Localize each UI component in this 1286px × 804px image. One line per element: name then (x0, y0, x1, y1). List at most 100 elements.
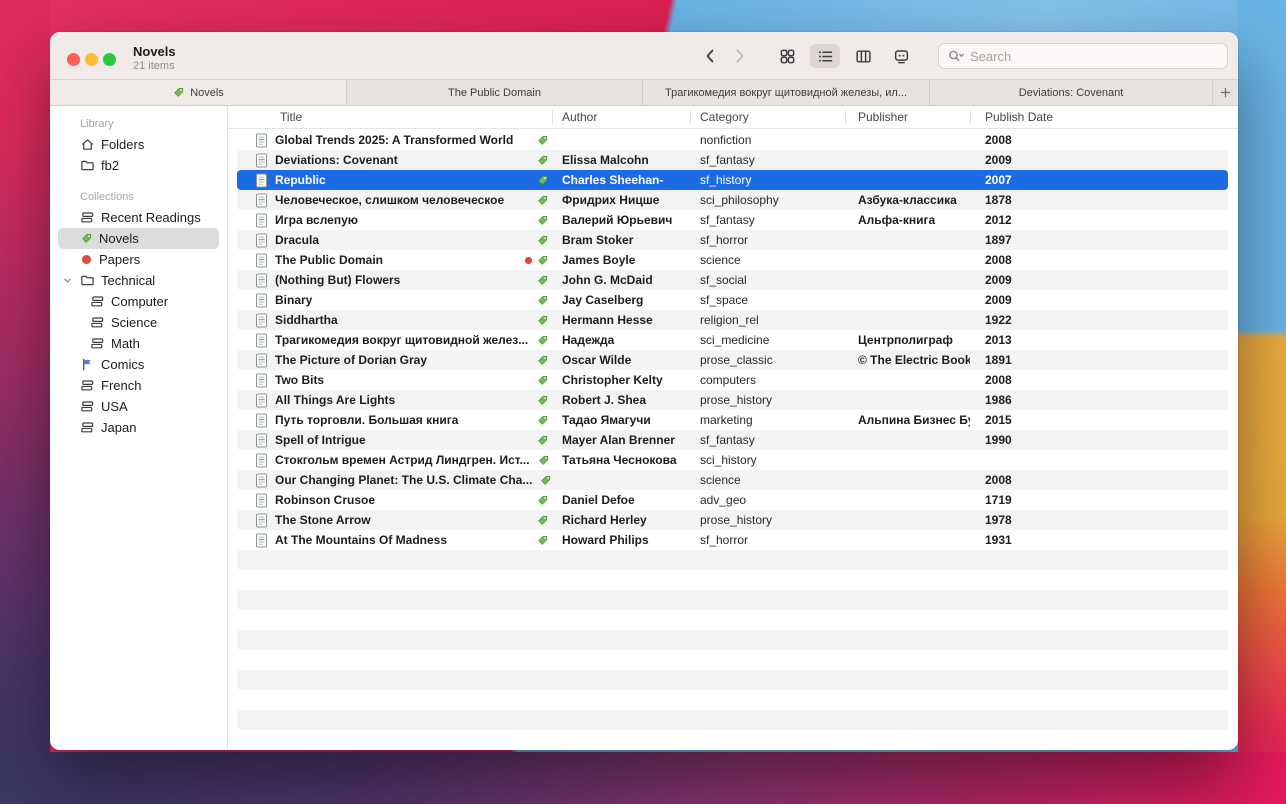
search-field[interactable] (938, 43, 1228, 69)
column-separator[interactable] (970, 110, 971, 124)
sidebar-item-science[interactable]: Science (58, 312, 219, 333)
minimize-button[interactable] (85, 53, 98, 66)
doc-icon (255, 533, 268, 548)
zoom-button[interactable] (103, 53, 116, 66)
empty-row[interactable] (237, 710, 1228, 730)
sidebar-item-recent-readings[interactable]: Recent Readings (58, 207, 219, 228)
book-title: The Public Domain (275, 253, 383, 267)
table-row[interactable]: RepublicCharles Sheehan-sf_history2007 (237, 170, 1228, 190)
book-publisher: Альпина Бизнес Бу... (845, 413, 970, 427)
table-row[interactable]: Трагикомедия вокруг щитовидной желез...Н… (237, 330, 1228, 350)
column-separator[interactable] (690, 110, 691, 124)
book-title: Siddhartha (275, 313, 338, 327)
empty-row[interactable] (237, 590, 1228, 610)
book-author: Надежда (552, 333, 690, 347)
forward-icon[interactable] (732, 47, 748, 65)
table-row[interactable]: The Picture of Dorian GrayOscar Wildepro… (237, 350, 1228, 370)
sidebar-item-label: Science (111, 315, 157, 330)
table-rows: Global Trends 2025: A Transformed Worldn… (228, 130, 1238, 749)
table-row[interactable]: The Stone ArrowRichard Herleyprose_histo… (237, 510, 1228, 530)
sidebar-item-fb2[interactable]: fb2 (58, 155, 219, 176)
doc-icon (255, 133, 268, 148)
close-button[interactable] (67, 53, 80, 66)
table-row[interactable]: BinaryJay Caselbergsf_space2009 (237, 290, 1228, 310)
book-author: Фридрих Ницше (552, 193, 690, 207)
sidebar-item-usa[interactable]: USA (58, 396, 219, 417)
empty-row[interactable] (237, 570, 1228, 590)
book-author: John G. McDaid (552, 273, 690, 287)
search-input[interactable] (970, 49, 1219, 64)
column-header-publish-date[interactable]: Publish Date (985, 110, 1053, 124)
book-publish-date: 2012 (970, 213, 1228, 227)
new-tab-button[interactable] (1213, 80, 1238, 105)
table-row[interactable]: Spell of IntrigueMayer Alan Brennersf_fa… (237, 430, 1228, 450)
sidebar-item-novels[interactable]: Novels (58, 228, 219, 249)
sidebar-item-papers[interactable]: Papers (58, 249, 219, 270)
table-row[interactable]: Deviations: CovenantElissa Malcohnsf_fan… (237, 150, 1228, 170)
books-icon (90, 315, 105, 330)
table-row[interactable]: Global Trends 2025: A Transformed Worldn… (237, 130, 1228, 150)
list-view-button[interactable] (810, 44, 840, 68)
table-row[interactable]: All Things Are LightsRobert J. Sheaprose… (237, 390, 1228, 410)
tab-1[interactable]: Novels (50, 80, 347, 105)
table-row[interactable]: Путь торговли. Большая книгаТадао Ямагуч… (237, 410, 1228, 430)
title-cell: Binary (237, 293, 552, 308)
sidebar-item-label: Math (111, 336, 140, 351)
gallery-view-button[interactable] (886, 44, 916, 68)
table-row[interactable]: Человеческое, слишком человеческоеФридри… (237, 190, 1228, 210)
book-author: Татьяна Чеснокова (552, 453, 690, 467)
book-category: sf_fantasy (690, 153, 845, 167)
column-header-publisher[interactable]: Publisher (858, 110, 908, 124)
book-category: marketing (690, 413, 845, 427)
empty-row[interactable] (237, 650, 1228, 670)
sidebar-item-math[interactable]: Math (58, 333, 219, 354)
empty-row[interactable] (237, 730, 1228, 749)
tab-3[interactable]: Трагикомедия вокруг щитовидной железы, и… (643, 80, 930, 105)
table-row[interactable]: The Public DomainJames Boylescience2008 (237, 250, 1228, 270)
grid-view-button[interactable] (772, 44, 802, 68)
column-separator[interactable] (552, 110, 553, 124)
book-category: science (690, 253, 845, 267)
tag-icon (536, 234, 549, 247)
empty-row[interactable] (237, 550, 1228, 570)
table-row[interactable]: DraculaBram Stokersf_horror1897 (237, 230, 1228, 250)
empty-row[interactable] (237, 690, 1228, 710)
table-row[interactable]: Стокгольм времен Астрид Линдгрен. Ист...… (237, 450, 1228, 470)
tab-label: The Public Domain (448, 87, 541, 99)
table-row[interactable]: Two BitsChristopher Keltycomputers2008 (237, 370, 1228, 390)
book-publish-date: 1922 (970, 313, 1228, 327)
chevron-down-icon[interactable] (62, 275, 73, 286)
navigation-buttons (702, 44, 748, 68)
column-header-title[interactable]: Title (280, 110, 302, 124)
column-separator[interactable] (845, 110, 846, 124)
empty-row[interactable] (237, 610, 1228, 630)
empty-row[interactable] (237, 630, 1228, 650)
table-row[interactable]: At The Mountains Of MadnessHoward Philip… (237, 530, 1228, 550)
table-row[interactable]: Игра вслепуюВалерий Юрьевичsf_fantasyАль… (237, 210, 1228, 230)
row-marks (536, 494, 552, 507)
table-row[interactable]: SiddharthaHermann Hessereligion_rel1922 (237, 310, 1228, 330)
book-author: Jay Caselberg (552, 293, 690, 307)
sidebar-item-french[interactable]: French (58, 375, 219, 396)
column-header-author[interactable]: Author (562, 110, 597, 124)
column-header-category[interactable]: Category (700, 110, 749, 124)
book-author: James Boyle (552, 253, 690, 267)
sidebar-item-technical[interactable]: Technical (58, 270, 219, 291)
sidebar-item-japan[interactable]: Japan (58, 417, 219, 438)
empty-row[interactable] (237, 670, 1228, 690)
book-title: Republic (275, 173, 326, 187)
table-row[interactable]: Robinson CrusoeDaniel Defoeadv_geo1719 (237, 490, 1228, 510)
sidebar-item-comics[interactable]: Comics (58, 354, 219, 375)
columns-view-button[interactable] (848, 44, 878, 68)
tag-icon (539, 474, 552, 487)
back-icon[interactable] (702, 47, 718, 65)
book-publisher: Азбука-классика (845, 193, 970, 207)
sidebar-item-folders[interactable]: Folders (58, 134, 219, 155)
sidebar-item-computer[interactable]: Computer (58, 291, 219, 312)
tab-4[interactable]: Deviations: Covenant (930, 80, 1213, 105)
table-row[interactable]: Our Changing Planet: The U.S. Climate Ch… (237, 470, 1228, 490)
table-row[interactable]: (Nothing But) FlowersJohn G. McDaidsf_so… (237, 270, 1228, 290)
book-title: The Stone Arrow (275, 513, 371, 527)
tab-2[interactable]: The Public Domain (347, 80, 643, 105)
book-publish-date: 1897 (970, 233, 1228, 247)
